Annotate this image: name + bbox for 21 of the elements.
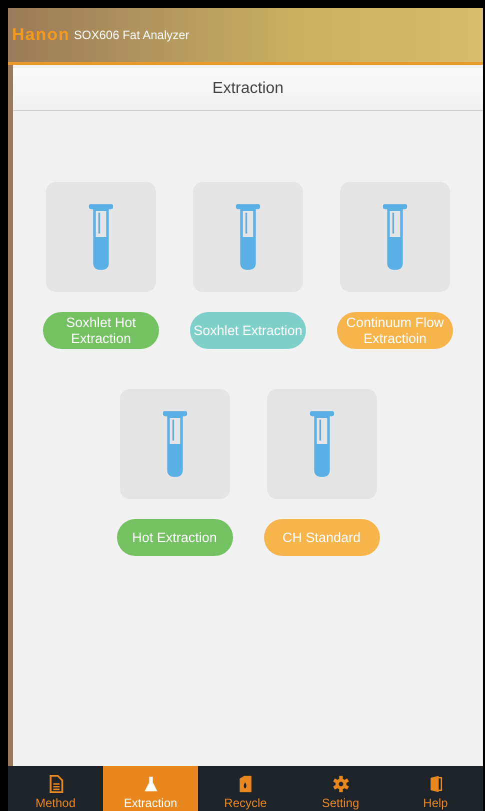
method-tile[interactable] (193, 182, 303, 292)
nav-tab[interactable]: Help (388, 766, 483, 811)
nav-tab[interactable]: Setting (293, 766, 388, 811)
page-title: Extraction (212, 80, 284, 98)
method-tile[interactable] (120, 389, 230, 499)
nav-tab[interactable]: Recycle (198, 766, 293, 811)
method-tile[interactable] (266, 389, 376, 499)
method-button[interactable]: Hot Extraction (116, 519, 232, 556)
brand-logo: Hanon (12, 25, 70, 45)
method-button[interactable]: Soxhlet Hot Extraction (43, 312, 159, 349)
canister-icon (236, 775, 254, 793)
app-title: SOX606 Fat Analyzer (74, 28, 190, 42)
nav-tab[interactable]: Method (8, 766, 103, 811)
nav-tab[interactable]: Extraction (103, 766, 198, 811)
method-button[interactable]: Soxhlet Extraction (190, 312, 306, 349)
method-tile[interactable] (340, 182, 450, 292)
method-button[interactable]: Continuum Flow Extractioin (337, 312, 453, 349)
settings-icon (332, 775, 350, 793)
method-button[interactable]: CH Standard (264, 519, 380, 556)
document-icon (46, 775, 64, 793)
method-tile[interactable] (46, 182, 156, 292)
